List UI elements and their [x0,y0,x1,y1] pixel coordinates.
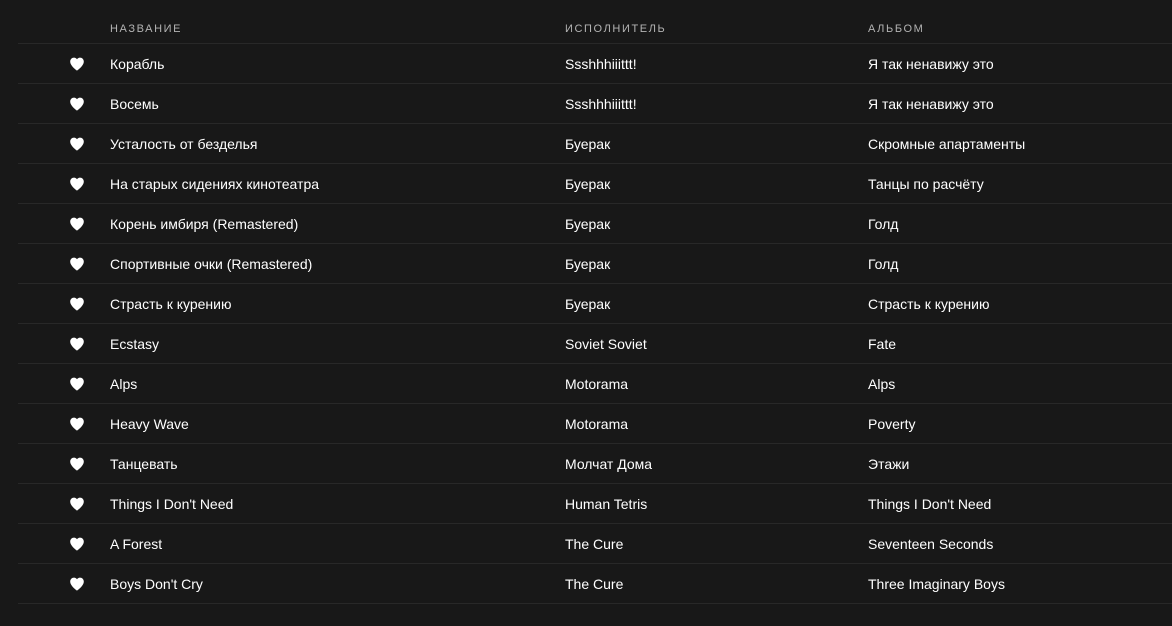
track-row[interactable]: Корень имбиря (Remastered) Буерак Голд [18,204,1172,244]
track-row[interactable]: На старых сидениях кинотеатра Буерак Тан… [18,164,1172,204]
track-title[interactable]: Страсть к курению [110,296,231,312]
track-album[interactable]: Страсть к курению [868,296,989,312]
track-row[interactable]: Things I Don't Need Human Tetris Things … [18,484,1172,524]
track-title[interactable]: Спортивные очки (Remastered) [110,256,312,272]
track-artist[interactable]: Motorama [565,416,628,432]
track-artist[interactable]: Буерак [565,296,610,312]
heart-filled-icon[interactable] [69,136,85,152]
track-row[interactable]: Boys Don't Cry The Cure Three Imaginary … [18,564,1172,604]
track-title[interactable]: Корень имбиря (Remastered) [110,216,298,232]
track-album[interactable]: Голд [868,256,898,272]
heart-filled-icon[interactable] [69,216,85,232]
track-album[interactable]: Seventeen Seconds [868,536,993,552]
track-row[interactable]: Страсть к курению Буерак Страсть к курен… [18,284,1172,324]
tracklist-header: НАЗВАНИЕ ИСПОЛНИТЕЛЬ АЛЬБОМ [18,0,1172,44]
track-artist[interactable]: Буерак [565,176,610,192]
track-row[interactable]: Спортивные очки (Remastered) Буерак Голд [18,244,1172,284]
heart-filled-icon[interactable] [69,456,85,472]
heart-filled-icon[interactable] [69,56,85,72]
track-row[interactable]: Усталость от безделья Буерак Скромные ап… [18,124,1172,164]
track-row[interactable]: Танцевать Молчат Дома Этажи [18,444,1172,484]
track-title[interactable]: Корабль [110,56,164,72]
track-album[interactable]: Танцы по расчёту [868,176,984,192]
track-row[interactable]: Alps Motorama Alps [18,364,1172,404]
track-album[interactable]: Alps [868,376,895,392]
track-album[interactable]: Poverty [868,416,915,432]
track-row[interactable]: Корабль Ssshhhiiittt! Я так ненавижу это [18,44,1172,84]
track-album[interactable]: Скромные апартаменты [868,136,1025,152]
track-row[interactable]: Восемь Ssshhhiiittt! Я так ненавижу это [18,84,1172,124]
track-title[interactable]: Танцевать [110,456,178,472]
track-album[interactable]: Three Imaginary Boys [868,576,1005,592]
track-artist[interactable]: Буерак [565,136,610,152]
track-album[interactable]: Я так ненавижу это [868,56,994,72]
heart-filled-icon[interactable] [69,256,85,272]
column-header-title[interactable]: НАЗВАНИЕ [110,23,182,35]
track-album[interactable]: Голд [868,216,898,232]
track-title[interactable]: Усталость от безделья [110,136,257,152]
track-title[interactable]: Alps [110,376,137,392]
track-title[interactable]: На старых сидениях кинотеатра [110,176,319,192]
track-row[interactable]: A Forest The Cure Seventeen Seconds [18,524,1172,564]
track-artist[interactable]: Human Tetris [565,496,647,512]
track-title[interactable]: Boys Don't Cry [110,576,203,592]
heart-filled-icon[interactable] [69,376,85,392]
track-artist[interactable]: Буерак [565,256,610,272]
tracklist: НАЗВАНИЕ ИСПОЛНИТЕЛЬ АЛЬБОМ Корабль Sssh… [0,0,1172,626]
track-title[interactable]: Things I Don't Need [110,496,233,512]
track-album[interactable]: Я так ненавижу это [868,96,994,112]
heart-filled-icon[interactable] [69,336,85,352]
track-artist[interactable]: The Cure [565,576,623,592]
track-title[interactable]: Heavy Wave [110,416,189,432]
track-title[interactable]: A Forest [110,536,162,552]
track-title[interactable]: Ecstasy [110,336,159,352]
column-header-artist[interactable]: ИСПОЛНИТЕЛЬ [565,23,666,35]
track-title[interactable]: Восемь [110,96,159,112]
track-artist[interactable]: The Cure [565,536,623,552]
heart-filled-icon[interactable] [69,176,85,192]
track-artist[interactable]: Ssshhhiiittt! [565,96,637,112]
heart-filled-icon[interactable] [69,576,85,592]
track-album[interactable]: Things I Don't Need [868,496,991,512]
track-artist[interactable]: Soviet Soviet [565,336,647,352]
track-album[interactable]: Fate [868,336,896,352]
heart-filled-icon[interactable] [69,416,85,432]
heart-filled-icon[interactable] [69,536,85,552]
track-row[interactable]: Ecstasy Soviet Soviet Fate [18,324,1172,364]
track-row[interactable]: Heavy Wave Motorama Poverty [18,404,1172,444]
column-header-album[interactable]: АЛЬБОМ [868,23,924,35]
track-artist[interactable]: Буерак [565,216,610,232]
track-album[interactable]: Этажи [868,456,909,472]
heart-filled-icon[interactable] [69,296,85,312]
track-artist[interactable]: Молчат Дома [565,456,652,472]
track-rows: Корабль Ssshhhiiittt! Я так ненавижу это… [18,44,1172,604]
heart-filled-icon[interactable] [69,496,85,512]
track-artist[interactable]: Motorama [565,376,628,392]
track-artist[interactable]: Ssshhhiiittt! [565,56,637,72]
heart-filled-icon[interactable] [69,96,85,112]
